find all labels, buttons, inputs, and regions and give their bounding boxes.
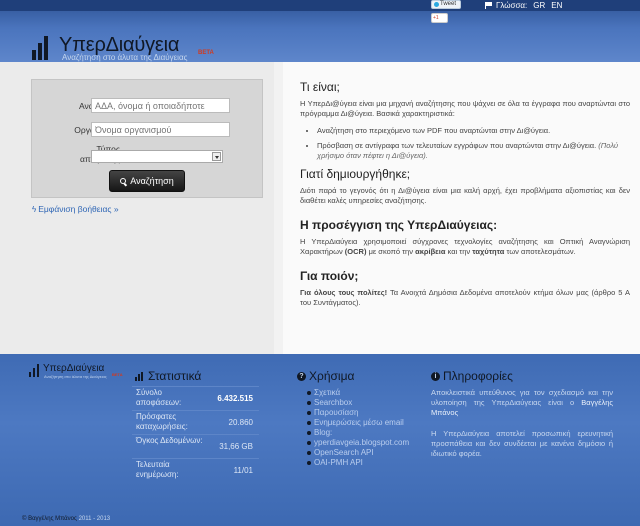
copyright-name[interactable]: © Βαγγέλης Μπάνος (22, 516, 77, 522)
footer-logo-beta: BETA (112, 372, 123, 377)
main-area: Αναζήτηση Οργανισμός Τύπος απόφασης Αναζ… (0, 62, 640, 354)
useful-title: Χρήσιμα (309, 369, 355, 383)
info-text: Αποκλειστικά υπεύθυνος για τον σχεδιασμό… (431, 388, 613, 470)
why-text: Διότι παρά το γεγονός ότι η Δι@ύγεια είν… (300, 186, 630, 205)
bolt-icon: ϟ (32, 204, 37, 214)
intro-content: Τι είναι; Η ΥπερΔι@ύγεια είναι μια μηχαν… (300, 80, 630, 308)
useful-links-list: Σχετικά Searchbox Παρουσίαση Ενημερώσεις… (306, 388, 416, 468)
logo-subtitle: Αναζήτηση στο άλυτα της Διαύγειας (62, 53, 188, 62)
search-form: Αναζήτηση Οργανισμός Τύπος απόφασης Αναζ… (31, 79, 263, 198)
flag-icon (485, 2, 493, 9)
organization-input[interactable] (91, 122, 230, 137)
search-button-label: Αναζήτηση (130, 176, 174, 186)
info-title: Πληροφορίες (443, 369, 513, 383)
approach-title: Η προσέγγιση της ΥπερΔιαύγειας: (300, 218, 498, 232)
footer-logo-title: ΥπερΔιαύγεια (43, 363, 105, 374)
language-label: Γλώσσα: (496, 1, 528, 10)
search-icon (120, 177, 127, 185)
copyright: © Βαγγέλης Μπάνος 2011 - 2013 (22, 516, 110, 522)
useful-heading: ? Χρήσιμα (297, 369, 354, 383)
footer-link-oai-pmh[interactable]: OAI-PMH API (306, 458, 416, 468)
footer-link-email-updates[interactable]: Ενημερώσεις μέσω email (306, 418, 416, 428)
info-paragraph-2: Η ΥπερΔιαύγεια αποτελεί προσωπική ερευνη… (431, 429, 613, 458)
logo-bars-icon (29, 364, 41, 377)
tweet-label: Tweet (440, 1, 457, 7)
logo-bars-icon (32, 34, 54, 60)
header: Tweet Γλώσσα: GR EN +1 ΥπερΔιαύγεια BETA… (0, 0, 640, 62)
stats-row: Πρόσφατες καταχωρήσεις: 20.860 (132, 410, 259, 434)
footer-link-opensearch[interactable]: OpenSearch API (306, 448, 416, 458)
approach-text: Η ΥπερΔιαύγεια χρησιμοποιεί σύγχρονες τε… (300, 237, 630, 256)
who-text: Για όλους τους πολίτες! Τα Ανοιχτά Δημόσ… (300, 288, 630, 307)
footer-link-blog-url[interactable]: yperdiavgeia.blogspot.com (306, 438, 416, 448)
chevron-down-icon (212, 152, 221, 161)
what-text: Η ΥπερΔι@ύγεια είναι μια μηχανή αναζήτησ… (300, 99, 630, 118)
footer-link-blog[interactable]: Blog: (306, 428, 416, 438)
lang-en-link[interactable]: EN (551, 0, 562, 11)
twitter-bird-icon (434, 2, 439, 7)
stats-row: Τελευταία ενημέρωση: 11/01 (132, 458, 259, 482)
info-paragraph-1: Αποκλειστικά υπεύθυνος για τον σχεδιασμό… (431, 388, 613, 417)
question-icon: ? (297, 371, 306, 381)
info-column: Τι είναι; Η ΥπερΔι@ύγεια είναι μια μηχαν… (283, 62, 640, 354)
footer-link-searchbox[interactable]: Searchbox (306, 398, 416, 408)
google-plus-button[interactable]: +1 (431, 13, 448, 23)
feature-item: Αναζήτηση στο περιεχόμενο των PDF που αν… (317, 126, 630, 136)
stats-row: Όγκος Δεδομένων: 31,66 GB (132, 434, 259, 458)
search-column: Αναζήτηση Οργανισμός Τύπος απόφασης Αναζ… (0, 62, 274, 354)
show-help-link[interactable]: ϟ Εμφάνιση βοήθειας » (32, 204, 119, 214)
top-bar: Tweet Γλώσσα: GR EN (0, 0, 640, 11)
stats-title: Στατιστικά (148, 369, 202, 383)
language-switcher: Γλώσσα: GR EN (485, 0, 562, 11)
what-title: Τι είναι; (300, 80, 340, 94)
lang-gr-link[interactable]: GR (533, 0, 545, 11)
features-list: Αναζήτηση στο περιεχόμενο των PDF που αν… (317, 126, 630, 161)
site-logo[interactable]: ΥπερΔιαύγεια BETA Αναζήτηση στο άλυτα τη… (32, 34, 232, 62)
info-icon: i (431, 371, 440, 381)
search-input[interactable] (91, 98, 230, 113)
footer-logo[interactable]: ΥπερΔιαύγεια BETA Αναζήτηση στο άλυτα τη… (29, 363, 129, 379)
feature-2-main: Πρόσβαση σε αντίγραφα των τελευταίων εγγ… (317, 141, 597, 150)
footer-link-presentation[interactable]: Παρουσίαση (306, 408, 416, 418)
tweet-button[interactable]: Tweet (431, 0, 461, 9)
feature-item: Πρόσβαση σε αντίγραφα των τελευταίων εγγ… (317, 141, 630, 161)
who-title: Για ποιόν; (300, 269, 359, 283)
stats-heading: Στατιστικά (135, 369, 201, 383)
decision-type-select[interactable] (91, 150, 223, 163)
footer: ΥπερΔιαύγεια BETA Αναζήτηση στο άλυτα τη… (0, 354, 640, 526)
search-button[interactable]: Αναζήτηση (109, 170, 185, 192)
bar-chart-icon (135, 371, 145, 381)
logo-beta-badge: BETA (198, 50, 214, 56)
footer-logo-subtitle: Αναζήτηση στο άλυτα της Διαύγειας (44, 374, 107, 379)
footer-link-about[interactable]: Σχετικά (306, 388, 416, 398)
why-title: Γιατί δημιουργήθηκε; (300, 167, 411, 181)
stats-row: Σύνολο αποφάσεων: 6.432.515 (132, 386, 259, 410)
copyright-years: 2011 - 2013 (78, 516, 111, 522)
stats-table: Σύνολο αποφάσεων: 6.432.515 Πρόσφατες κα… (132, 386, 259, 482)
show-help-label: Εμφάνιση βοήθειας » (38, 204, 119, 214)
info-heading: i Πληροφορίες (431, 369, 513, 383)
